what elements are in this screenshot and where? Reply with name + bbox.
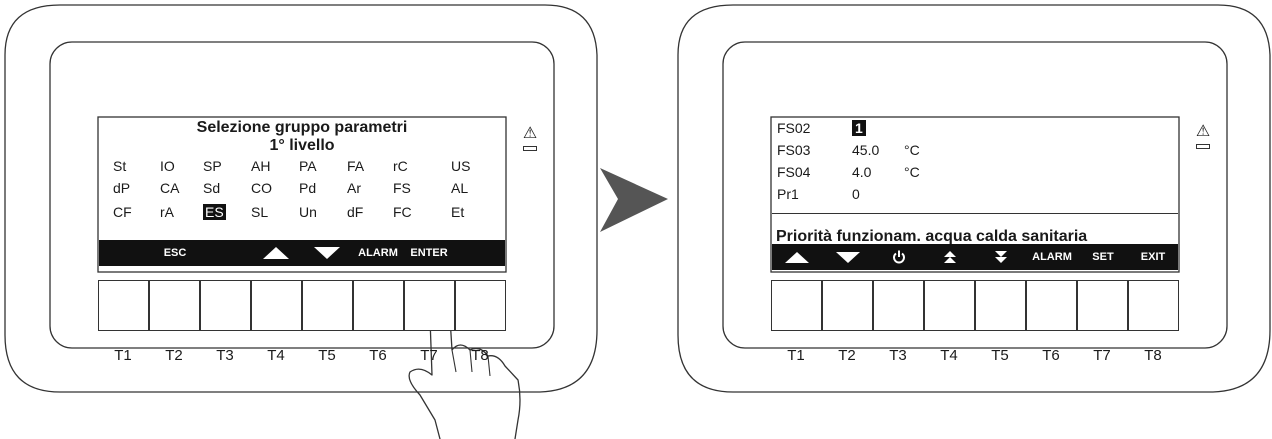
parameter-group-code: St bbox=[113, 158, 127, 174]
key-t8[interactable] bbox=[455, 280, 506, 331]
softkey-page-up-icon[interactable] bbox=[925, 244, 975, 270]
parameter-group-code: SP bbox=[203, 158, 222, 174]
key-label: T2 bbox=[838, 347, 856, 364]
parameter-group-code: FA bbox=[347, 158, 365, 174]
softkey-exit[interactable]: EXIT bbox=[1128, 244, 1178, 270]
right-softkey-bar: ALARM SET EXIT bbox=[772, 244, 1178, 270]
parameter-group-code: IO bbox=[160, 158, 175, 174]
key-t5[interactable] bbox=[302, 280, 353, 331]
parameter-group-code: ES bbox=[203, 204, 226, 220]
key-t2[interactable] bbox=[149, 280, 200, 331]
key-t4[interactable] bbox=[924, 280, 975, 331]
key-label: T1 bbox=[787, 347, 805, 364]
parameter-code: FS03 bbox=[777, 142, 811, 158]
parameter-row[interactable]: FS02 1 bbox=[777, 120, 977, 138]
right-status-led bbox=[1196, 144, 1210, 149]
parameter-unit: °C bbox=[904, 142, 920, 158]
key-label: T5 bbox=[991, 347, 1009, 364]
parameter-group-code: rA bbox=[160, 204, 174, 220]
key-label: T6 bbox=[369, 347, 387, 364]
key-label: T4 bbox=[940, 347, 958, 364]
transition-arrow-icon bbox=[600, 168, 668, 232]
parameter-group-code: Et bbox=[451, 204, 465, 220]
parameter-group-code: AL bbox=[451, 180, 469, 196]
parameter-group-code: CF bbox=[113, 204, 132, 220]
parameter-value: 1 bbox=[852, 120, 866, 136]
key-label: T3 bbox=[216, 347, 234, 364]
left-status-led bbox=[523, 146, 537, 151]
key-label: T8 bbox=[471, 347, 489, 364]
key-t8[interactable] bbox=[1128, 280, 1179, 331]
parameter-group-code: FS bbox=[393, 180, 411, 196]
key-label: T4 bbox=[267, 347, 285, 364]
right-lcd-screen: Priorità funzionam. acqua calda sanitari… bbox=[772, 118, 1178, 271]
description-divider bbox=[772, 213, 1178, 214]
parameter-group-code: dF bbox=[347, 204, 364, 220]
key-label: T8 bbox=[1144, 347, 1162, 364]
softkey-down-icon[interactable] bbox=[302, 240, 352, 266]
softkey-up-icon[interactable] bbox=[251, 240, 301, 266]
parameter-group-code: AH bbox=[251, 158, 271, 174]
softkey-page-down-icon[interactable] bbox=[976, 244, 1026, 270]
parameter-group-code: US bbox=[451, 158, 471, 174]
key-t6[interactable] bbox=[353, 280, 404, 331]
parameter-value: 0 bbox=[852, 186, 860, 202]
parameter-group-code: Ar bbox=[347, 180, 361, 196]
left-softkey-bar: ESC ALARM ENTER bbox=[99, 240, 505, 266]
parameter-group-code: Pd bbox=[299, 180, 317, 196]
key-t2[interactable] bbox=[822, 280, 873, 331]
softkey-enter[interactable]: ENTER bbox=[404, 240, 454, 266]
key-t3[interactable] bbox=[200, 280, 251, 331]
parameter-row[interactable]: FS03 45.0 °C bbox=[777, 142, 977, 160]
left-screen-title: Selezione gruppo parametri bbox=[196, 119, 408, 136]
parameter-row[interactable]: Pr1 0 bbox=[777, 186, 977, 204]
left-lcd-screen: Selezione gruppo parametri 1° livello ES… bbox=[99, 118, 505, 271]
parameter-row[interactable]: FS04 4.0 °C bbox=[777, 164, 977, 182]
softkey-set[interactable]: SET bbox=[1078, 244, 1128, 270]
parameter-group-code: FC bbox=[393, 204, 412, 220]
key-t6[interactable] bbox=[1026, 280, 1077, 331]
parameter-group-code: SL bbox=[251, 204, 269, 220]
parameter-group-code: Sd bbox=[203, 180, 221, 196]
softkey-up-icon[interactable] bbox=[772, 244, 822, 270]
softkey-power-icon[interactable] bbox=[874, 244, 924, 270]
left-screen-subtitle: 1° livello bbox=[269, 137, 335, 154]
parameter-group-code: PA bbox=[299, 158, 317, 174]
parameter-value: 45.0 bbox=[852, 142, 880, 158]
key-t7[interactable] bbox=[404, 280, 455, 331]
parameter-group-code: CO bbox=[251, 180, 272, 196]
parameter-value: 4.0 bbox=[852, 164, 872, 180]
key-t1[interactable] bbox=[98, 280, 149, 331]
key-label: T6 bbox=[1042, 347, 1060, 364]
parameter-group-code: Un bbox=[299, 204, 317, 220]
parameter-code: FS04 bbox=[777, 164, 811, 180]
key-t7[interactable] bbox=[1077, 280, 1128, 331]
key-label: T7 bbox=[420, 347, 438, 364]
key-label: T7 bbox=[1093, 347, 1111, 364]
parameter-group-code: dP bbox=[113, 180, 131, 196]
key-label: T1 bbox=[114, 347, 132, 364]
softkey-esc[interactable]: ESC bbox=[150, 240, 200, 266]
key-t5[interactable] bbox=[975, 280, 1026, 331]
key-label: T2 bbox=[165, 347, 183, 364]
parameter-code: FS02 bbox=[777, 120, 811, 136]
parameter-group-code: rC bbox=[393, 158, 408, 174]
parameter-group-code: CA bbox=[160, 180, 180, 196]
key-t3[interactable] bbox=[873, 280, 924, 331]
parameter-code: Pr1 bbox=[777, 186, 799, 202]
left-warning-icon: ⚠ bbox=[522, 125, 538, 142]
key-t4[interactable] bbox=[251, 280, 302, 331]
softkey-down-icon[interactable] bbox=[823, 244, 873, 270]
key-t1[interactable] bbox=[771, 280, 822, 331]
parameter-unit: °C bbox=[904, 164, 920, 180]
softkey-alarm[interactable]: ALARM bbox=[353, 240, 403, 266]
softkey-alarm[interactable]: ALARM bbox=[1027, 244, 1077, 270]
right-warning-icon: ⚠ bbox=[1195, 123, 1211, 140]
key-label: T3 bbox=[889, 347, 907, 364]
key-label: T5 bbox=[318, 347, 336, 364]
